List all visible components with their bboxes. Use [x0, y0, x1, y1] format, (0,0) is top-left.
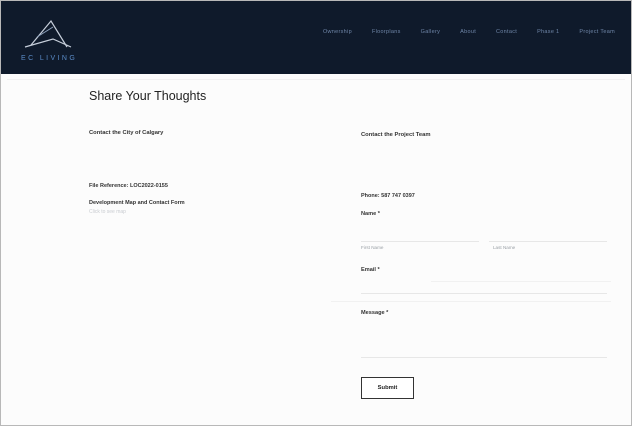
divider — [7, 79, 625, 80]
file-reference: File Reference: LOC2022-0155 — [89, 183, 168, 189]
name-label: Name * — [361, 211, 380, 217]
phone-number: Phone: 587 747 0397 — [361, 193, 415, 199]
nav-item-about[interactable]: About — [450, 29, 486, 35]
site-logo[interactable]: EC LIVING — [19, 17, 89, 67]
site-header: EC LIVING Ownership Floorplans Gallery A… — [1, 1, 631, 74]
first-name-caption: First Name — [361, 245, 384, 250]
nav-item-phase-1[interactable]: Phase 1 — [527, 29, 569, 35]
page-title: Share Your Thoughts — [89, 89, 207, 103]
development-map-title: Development Map and Contact Form — [89, 200, 185, 206]
nav-item-floorplans[interactable]: Floorplans — [362, 29, 411, 35]
nav-item-contact[interactable]: Contact — [486, 29, 527, 35]
message-textarea[interactable] — [361, 357, 607, 358]
divider — [431, 281, 611, 282]
map-link[interactable]: Click to see map — [89, 209, 126, 215]
nav-item-gallery[interactable]: Gallery — [411, 29, 451, 35]
project-team-heading: Contact the Project Team — [361, 132, 431, 138]
submit-button[interactable]: Submit — [361, 377, 414, 399]
email-label: Email * — [361, 267, 380, 273]
brand-name: EC LIVING — [21, 55, 78, 62]
divider — [331, 301, 611, 302]
first-name-input[interactable] — [361, 241, 479, 242]
last-name-caption: Last Name — [493, 245, 516, 250]
nav-item-ownership[interactable]: Ownership — [313, 29, 362, 35]
last-name-input[interactable] — [489, 241, 607, 242]
page-frame: EC LIVING Ownership Floorplans Gallery A… — [0, 0, 632, 426]
ec-living-logo-icon — [24, 19, 72, 48]
email-input[interactable] — [361, 293, 607, 294]
message-label: Message * — [361, 310, 389, 316]
nav-item-project-team[interactable]: Project Team — [569, 29, 625, 35]
city-contact-heading: Contact the City of Calgary — [89, 130, 164, 136]
main-nav: Ownership Floorplans Gallery About Conta… — [313, 29, 625, 35]
